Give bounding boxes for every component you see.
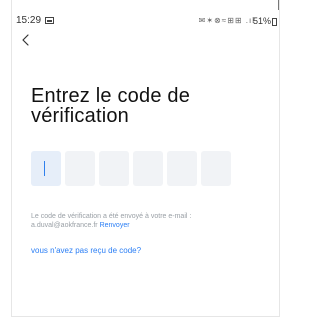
status-bar: 15:29 ✉✶⊗≈⊞⊞ .ıl 51% [12,0,279,28]
code-digit-box-3[interactable] [99,151,129,186]
battery-percentage: 51% [252,16,271,26]
no-code-received-link[interactable]: vous n'avez pas reçu de code? [31,246,141,256]
chevron-left-icon [22,34,29,46]
code-digit-box-2[interactable] [65,151,95,186]
text-cursor [44,161,45,176]
status-icons: ✉✶⊗≈⊞⊞ .ıl [198,16,255,25]
code-sent-label: Le code de vérification a été envoyé à v… [31,213,192,220]
verification-code-input[interactable] [31,151,231,186]
gallery-icon [45,17,54,24]
code-digit-box-4[interactable] [133,151,163,186]
code-digit-box-6[interactable] [201,151,231,186]
app-screen: 15:29 ✉✶⊗≈⊞⊞ .ıl 51% Entrez le code de v… [11,0,280,317]
code-digit-box-5[interactable] [167,151,197,186]
status-time: 15:29 [16,15,42,26]
battery-icon [272,18,277,26]
resend-link[interactable]: Renvoyer [100,222,130,229]
back-button[interactable] [19,33,33,47]
page-title: Entrez le code de vérification [31,85,191,127]
code-digit-box-1[interactable] [31,151,61,186]
email-address: a.duval@aokfrance.fr [31,222,98,229]
code-sent-message: Le code de vérification a été envoyé à v… [31,212,279,230]
